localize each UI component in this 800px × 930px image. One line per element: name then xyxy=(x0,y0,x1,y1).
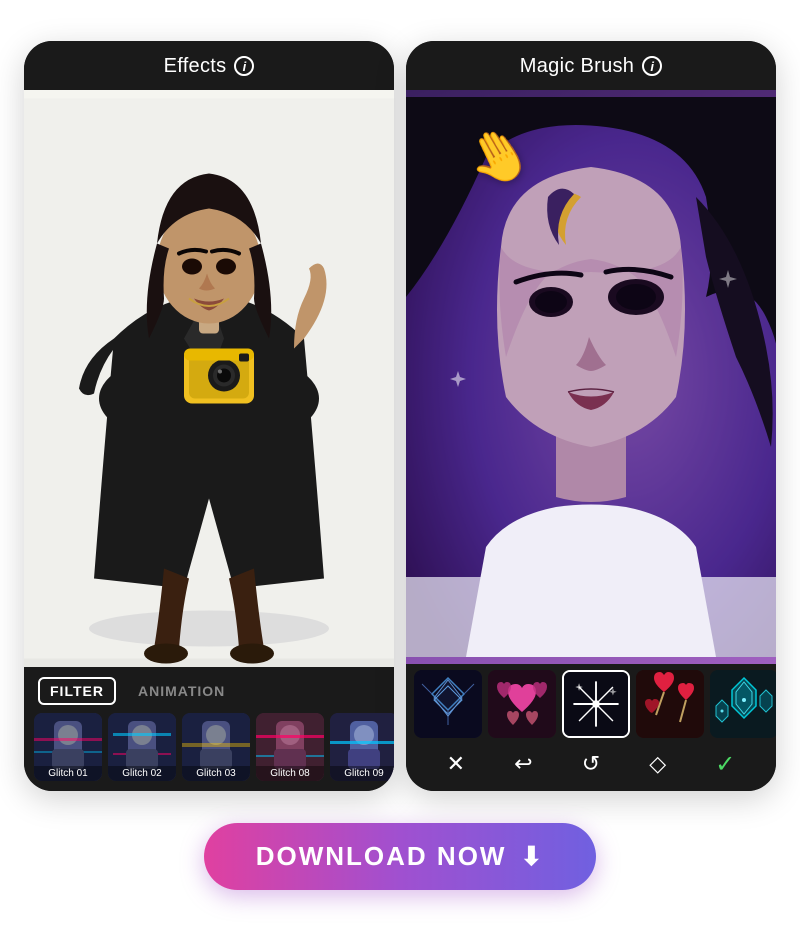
brush-thumb-cyan[interactable] xyxy=(710,670,776,738)
magic-brush-photo: 🤚 xyxy=(406,90,776,664)
download-label: DOWNLOAD NOW xyxy=(256,841,507,872)
close-button[interactable]: ✕ xyxy=(447,751,465,777)
effects-photo xyxy=(24,90,394,667)
right-phone: Magic Brush i xyxy=(406,41,776,791)
effects-title: Effects xyxy=(164,55,227,78)
confirm-button[interactable]: ✓ xyxy=(715,750,735,779)
brush-thumb-hearts-pink[interactable] xyxy=(488,670,556,738)
magic-brush-info-icon[interactable]: i xyxy=(642,56,662,76)
filter-thumb-glitch03[interactable]: Glitch 03 xyxy=(182,713,250,781)
brush-action-bar: ✕ ↩ ↺ ◇ ✓ xyxy=(406,746,776,791)
glitch08-label: Glitch 08 xyxy=(256,766,324,781)
glitch09-label: Glitch 09 xyxy=(330,766,394,781)
effects-info-icon[interactable]: i xyxy=(234,56,254,76)
right-phone-bottom: ✕ ↩ ↺ ◇ ✓ xyxy=(406,664,776,791)
brush-thumb-stars[interactable] xyxy=(562,670,630,738)
brush-options xyxy=(406,664,776,746)
download-icon: ⬇ xyxy=(520,841,544,872)
brush-thumb-hearts-red[interactable] xyxy=(636,670,704,738)
filter-thumbnails: Glitch 01 Glitch 02 xyxy=(24,713,394,791)
glitch01-label: Glitch 01 xyxy=(34,766,102,781)
magic-brush-image-area: 🤚 xyxy=(406,90,776,664)
glitch02-label: Glitch 02 xyxy=(108,766,176,781)
filter-thumb-glitch01[interactable]: Glitch 01 xyxy=(34,713,102,781)
undo-button[interactable]: ↩ xyxy=(514,751,532,777)
erase-button[interactable]: ◇ xyxy=(649,751,666,777)
filter-thumb-glitch02[interactable]: Glitch 02 xyxy=(108,713,176,781)
left-phone: Effects i xyxy=(24,41,394,791)
filter-tabs: FILTER ANIMATION xyxy=(24,667,394,713)
filter-tab-animation[interactable]: ANIMATION xyxy=(128,679,235,703)
phones-container: Effects i xyxy=(24,41,776,791)
filter-tab-filter[interactable]: FILTER xyxy=(38,677,116,705)
filter-thumb-glitch09[interactable]: Glitch 09 xyxy=(330,713,394,781)
reset-button[interactable]: ↺ xyxy=(582,751,600,777)
left-phone-header: Effects i xyxy=(24,41,394,90)
brush-thumb-geo[interactable] xyxy=(414,670,482,738)
right-phone-header: Magic Brush i xyxy=(406,41,776,90)
left-phone-bottom: FILTER ANIMATION xyxy=(24,667,394,791)
magic-brush-title: Magic Brush xyxy=(520,55,634,78)
effects-image-area xyxy=(24,90,394,667)
download-button[interactable]: DOWNLOAD NOW ⬇ xyxy=(204,823,597,890)
glitch03-label: Glitch 03 xyxy=(182,766,250,781)
filter-thumb-glitch08[interactable]: Glitch 08 xyxy=(256,713,324,781)
